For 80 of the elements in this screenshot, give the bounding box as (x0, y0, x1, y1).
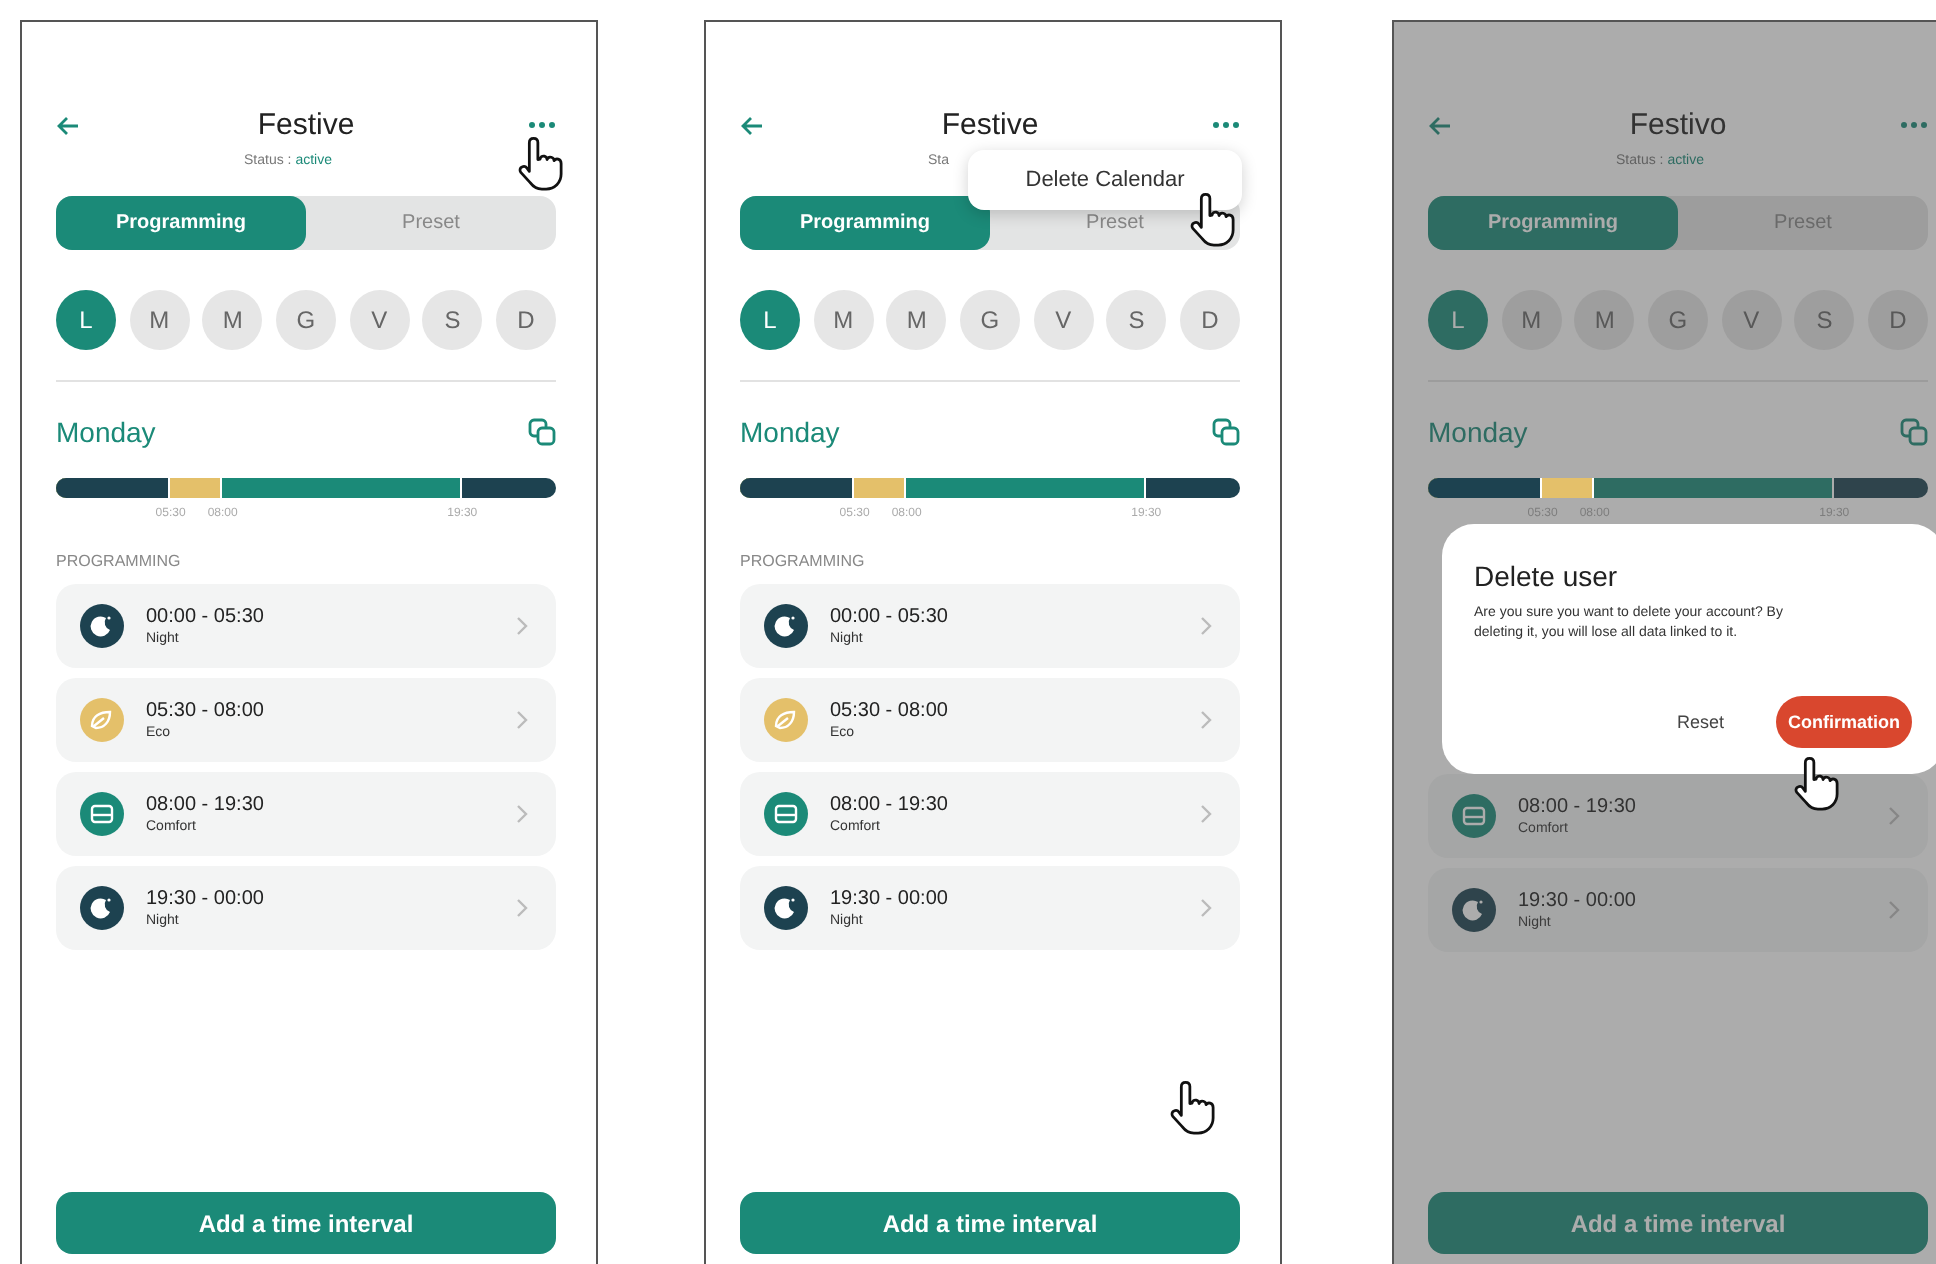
chevron-icon (516, 616, 528, 636)
chevron-icon (1200, 804, 1212, 824)
day-button[interactable]: M (813, 290, 874, 350)
day-button[interactable]: G (959, 290, 1020, 350)
day-button[interactable]: D (495, 290, 556, 350)
night-mode-icon (764, 604, 808, 648)
interval-time: 00:00 - 05:30 (830, 606, 950, 628)
day-button[interactable]: M (886, 290, 947, 350)
eco-mode-icon (80, 698, 124, 742)
night-mode-icon (80, 604, 124, 648)
day-name: Monday (56, 414, 156, 450)
dialog-title: Delete user (1474, 560, 1620, 592)
copy-icon[interactable] (528, 418, 556, 446)
day-button[interactable]: L (1428, 290, 1488, 350)
tab[interactable]: Programming (1428, 196, 1678, 250)
calendar-title: Festivo (1629, 108, 1727, 144)
day-button[interactable]: S (422, 290, 483, 350)
confirmation-button[interactable]: Confirmation (1776, 696, 1912, 748)
comfort-mode-icon (80, 792, 124, 836)
add-interval-button[interactable]: Add a time interval (1428, 1192, 1928, 1254)
chevron-icon (1200, 710, 1212, 730)
tab[interactable]: Programming (740, 196, 990, 250)
back-arrow-icon[interactable] (1428, 116, 1452, 136)
copy-icon[interactable] (1900, 418, 1928, 446)
day-button[interactable]: L (740, 290, 800, 350)
more-options-icon[interactable] (1212, 120, 1240, 130)
add-interval-button[interactable]: Add a time interval (740, 1192, 1240, 1254)
copy-icon[interactable] (1212, 418, 1240, 446)
interval-time: 08:00 - 19:30 (146, 794, 266, 816)
day-button[interactable]: G (1647, 290, 1708, 350)
day-button[interactable]: D (1867, 290, 1928, 350)
day-button[interactable]: S (1106, 290, 1167, 350)
day-button[interactable]: M (129, 290, 190, 350)
day-button[interactable]: S (1794, 290, 1855, 350)
chevron-icon (1200, 898, 1212, 918)
day-button[interactable]: V (1721, 290, 1782, 350)
interval-time: 08:00 - 19:30 (1518, 796, 1638, 818)
interval-time: 19:30 - 00:00 (1518, 890, 1638, 912)
day-button[interactable]: M (1501, 290, 1562, 350)
chevron-icon (516, 710, 528, 730)
chevron-icon (1888, 806, 1900, 826)
section-label: PROGRAMMING (740, 552, 867, 572)
day-name: Monday (740, 414, 840, 450)
reset-button[interactable]: Reset (1676, 712, 1724, 732)
interval-time: 05:30 - 08:00 (146, 700, 266, 722)
day-button[interactable]: M (202, 290, 263, 350)
tab[interactable]: Preset (990, 196, 1240, 250)
add-interval-button[interactable]: Add a time interval (56, 1192, 556, 1254)
interval-time: 08:00 - 19:30 (830, 794, 950, 816)
interval-time: 19:30 - 00:00 (830, 888, 950, 910)
calendar-title: Festive (257, 108, 355, 144)
tab[interactable]: Programming (56, 196, 306, 250)
night-mode-icon (80, 886, 124, 930)
comfort-mode-icon (764, 792, 808, 836)
day-button[interactable]: D (1179, 290, 1240, 350)
chevron-icon (1888, 900, 1900, 920)
comfort-mode-icon (1452, 794, 1496, 838)
night-mode-icon (764, 886, 808, 930)
back-arrow-icon[interactable] (740, 116, 764, 136)
interval-time: 19:30 - 00:00 (146, 888, 266, 910)
day-button[interactable]: G (275, 290, 336, 350)
day-name: Monday (1428, 414, 1528, 450)
day-button[interactable]: V (1033, 290, 1094, 350)
tab[interactable]: Preset (306, 196, 556, 250)
menu-item[interactable]: Delete Calendar (1025, 168, 1185, 192)
interval-time: 00:00 - 05:30 (146, 606, 266, 628)
more-options-icon[interactable] (1900, 120, 1928, 130)
calendar-title: Festive (941, 108, 1039, 144)
interval-time: 05:30 - 08:00 (830, 700, 950, 722)
more-options-icon[interactable] (528, 120, 556, 130)
section-label: PROGRAMMING (56, 552, 183, 572)
day-button[interactable]: V (349, 290, 410, 350)
chevron-icon (1200, 616, 1212, 636)
night-mode-icon (1452, 888, 1496, 932)
day-button[interactable]: L (56, 290, 116, 350)
back-arrow-icon[interactable] (56, 116, 80, 136)
chevron-icon (516, 898, 528, 918)
chevron-icon (516, 804, 528, 824)
day-button[interactable]: M (1574, 290, 1635, 350)
eco-mode-icon (764, 698, 808, 742)
